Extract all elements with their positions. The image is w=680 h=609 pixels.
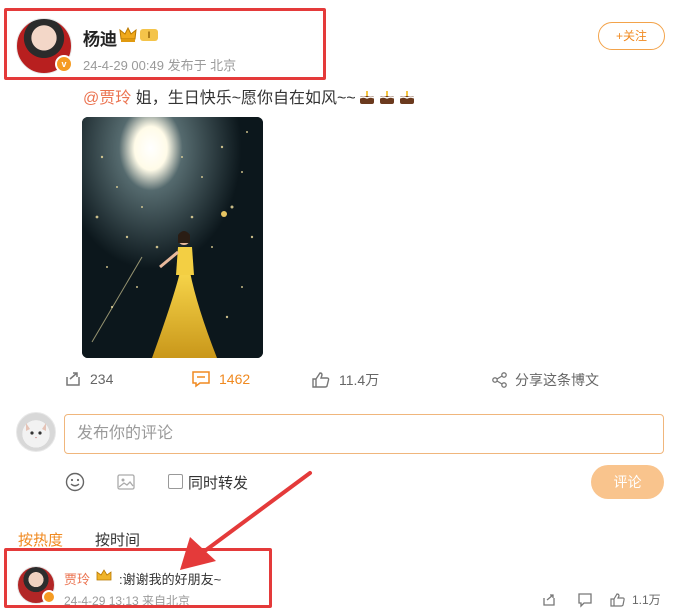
mention-link[interactable]: @贾玲 — [83, 90, 131, 107]
like-action[interactable]: 11.4万 — [311, 370, 379, 390]
comment-icon — [192, 371, 210, 388]
thumbs-up-icon — [312, 372, 330, 388]
like-count: 11.4万 — [339, 372, 380, 388]
comment-count: 1462 — [219, 371, 251, 387]
comment-highlight-box — [4, 548, 272, 608]
current-user-avatar — [16, 412, 56, 452]
post-photo[interactable] — [82, 117, 263, 358]
comment-reply-icon[interactable] — [577, 592, 593, 608]
cake-emoji-icon — [359, 91, 375, 104]
concert-photo-image — [82, 117, 263, 358]
cake-emoji-icon — [399, 91, 415, 104]
submit-comment-button[interactable]: 评论 — [591, 465, 664, 499]
repost-checkbox[interactable] — [168, 474, 183, 489]
image-upload-icon[interactable] — [116, 472, 136, 492]
comment-input[interactable] — [64, 414, 664, 454]
header-highlight-box — [4, 8, 326, 80]
share-icon — [492, 372, 507, 388]
share-action[interactable]: 分享这条博文 — [491, 370, 599, 390]
comment-repost-icon[interactable] — [541, 592, 557, 608]
post-text: @贾玲 姐，生日快乐~愿你自在如风~~ — [83, 84, 416, 108]
post-body-text: 姐，生日快乐~愿你自在如风~~ — [131, 90, 356, 107]
cat-avatar-icon — [26, 423, 46, 439]
repost-checkbox-label: 同时转发 — [188, 475, 249, 492]
comment-action[interactable]: 1462 — [191, 370, 250, 388]
repost-count: 234 — [90, 371, 114, 387]
repost-action[interactable]: 234 — [64, 370, 113, 388]
share-label: 分享这条博文 — [515, 372, 599, 388]
thumbs-up-icon — [610, 592, 625, 607]
tab-sort-hot[interactable]: 按热度 — [18, 529, 63, 550]
comment-like-action[interactable]: 1.1万 — [610, 591, 661, 608]
comment-like-count: 1.1万 — [632, 593, 661, 607]
follow-button[interactable]: +关注 — [598, 22, 665, 50]
repost-icon — [66, 372, 80, 386]
emoji-icon[interactable] — [65, 472, 85, 492]
cake-emoji-icon — [379, 91, 395, 104]
tab-sort-time[interactable]: 按时间 — [95, 529, 140, 550]
